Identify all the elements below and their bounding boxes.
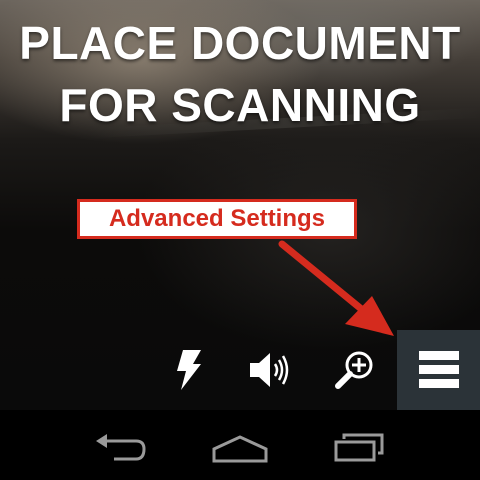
flash-icon xyxy=(177,350,201,390)
flash-button[interactable] xyxy=(158,330,220,410)
volume-icon xyxy=(250,353,289,387)
sound-button[interactable] xyxy=(240,330,302,410)
advanced-settings-callout: Advanced Settings xyxy=(77,199,357,239)
scan-instruction: PLACE DOCUMENT FOR SCANNING xyxy=(0,12,480,136)
advanced-settings-button[interactable] xyxy=(397,330,480,410)
home-icon xyxy=(212,435,268,463)
scan-instruction-line-2: FOR SCANNING xyxy=(59,79,421,131)
back-button[interactable] xyxy=(80,428,160,468)
recent-apps-icon xyxy=(334,433,384,462)
scan-instruction-line-1: PLACE DOCUMENT xyxy=(19,17,461,69)
home-button[interactable] xyxy=(200,428,280,468)
back-icon xyxy=(96,434,146,461)
menu-icon xyxy=(418,351,459,388)
zoom-in-icon xyxy=(335,351,373,389)
camera-controls-bar xyxy=(0,330,480,410)
recent-apps-button[interactable] xyxy=(320,428,400,468)
system-navigation-bar xyxy=(0,410,480,480)
zoom-button[interactable] xyxy=(324,330,386,410)
